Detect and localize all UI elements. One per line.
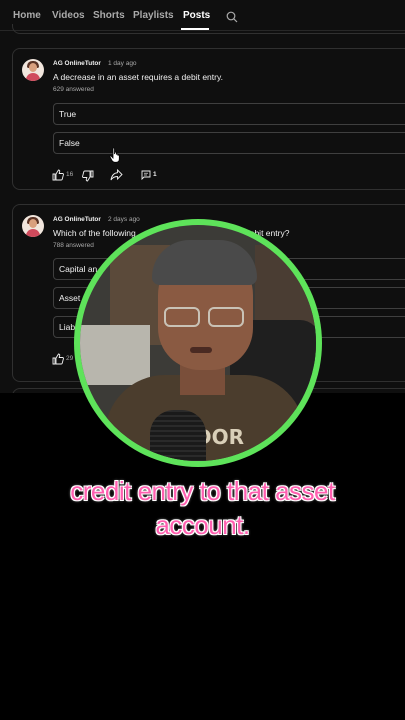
tab-playlists[interactable]: Playlists [133, 10, 174, 21]
thumbs-down-icon[interactable] [82, 170, 94, 182]
like-count: 16 [66, 171, 74, 178]
post-time: 2 days ago [108, 216, 140, 223]
subtitle-caption: credit entry to that asset account. [0, 474, 405, 542]
like-count: 29 [66, 355, 74, 362]
caption-line-2: account. [155, 510, 250, 540]
avatar[interactable] [22, 215, 44, 237]
answered-count: 788 answered [53, 242, 94, 249]
mouse-pointer-icon [109, 147, 121, 163]
post-author[interactable]: AG OnlineTutor [53, 216, 101, 223]
caption-line-1: credit entry to that asset [70, 476, 335, 506]
post-question: Which of the following [53, 228, 136, 238]
post-card: AG OnlineTutor 1 day ago A decrease in a… [12, 48, 405, 190]
answered-count: 629 answered [53, 86, 94, 93]
tab-home[interactable]: Home [13, 10, 41, 21]
quiz-option-true[interactable]: True [53, 103, 405, 125]
search-icon[interactable] [226, 10, 238, 23]
presenter-video: DOR [80, 225, 316, 461]
comment-count: 1 [153, 171, 157, 178]
quiz-option-false[interactable]: False [53, 132, 405, 154]
comment-icon[interactable] [141, 170, 151, 180]
thumbs-up-icon[interactable] [52, 169, 64, 181]
tab-shorts[interactable]: Shorts [93, 10, 125, 21]
presenter-webcam-overlay: DOR [74, 219, 322, 467]
thumbs-up-icon[interactable] [52, 353, 64, 365]
microphone [150, 410, 206, 461]
tab-videos[interactable]: Videos [52, 10, 85, 21]
post-author[interactable]: AG OnlineTutor [53, 60, 101, 67]
tab-posts[interactable]: Posts [183, 10, 210, 21]
post-time: 1 day ago [108, 60, 137, 67]
post-question: A decrease in an asset requires a debit … [53, 72, 223, 82]
share-icon[interactable] [110, 169, 123, 181]
previous-post-card [12, 24, 405, 34]
avatar[interactable] [22, 59, 44, 81]
